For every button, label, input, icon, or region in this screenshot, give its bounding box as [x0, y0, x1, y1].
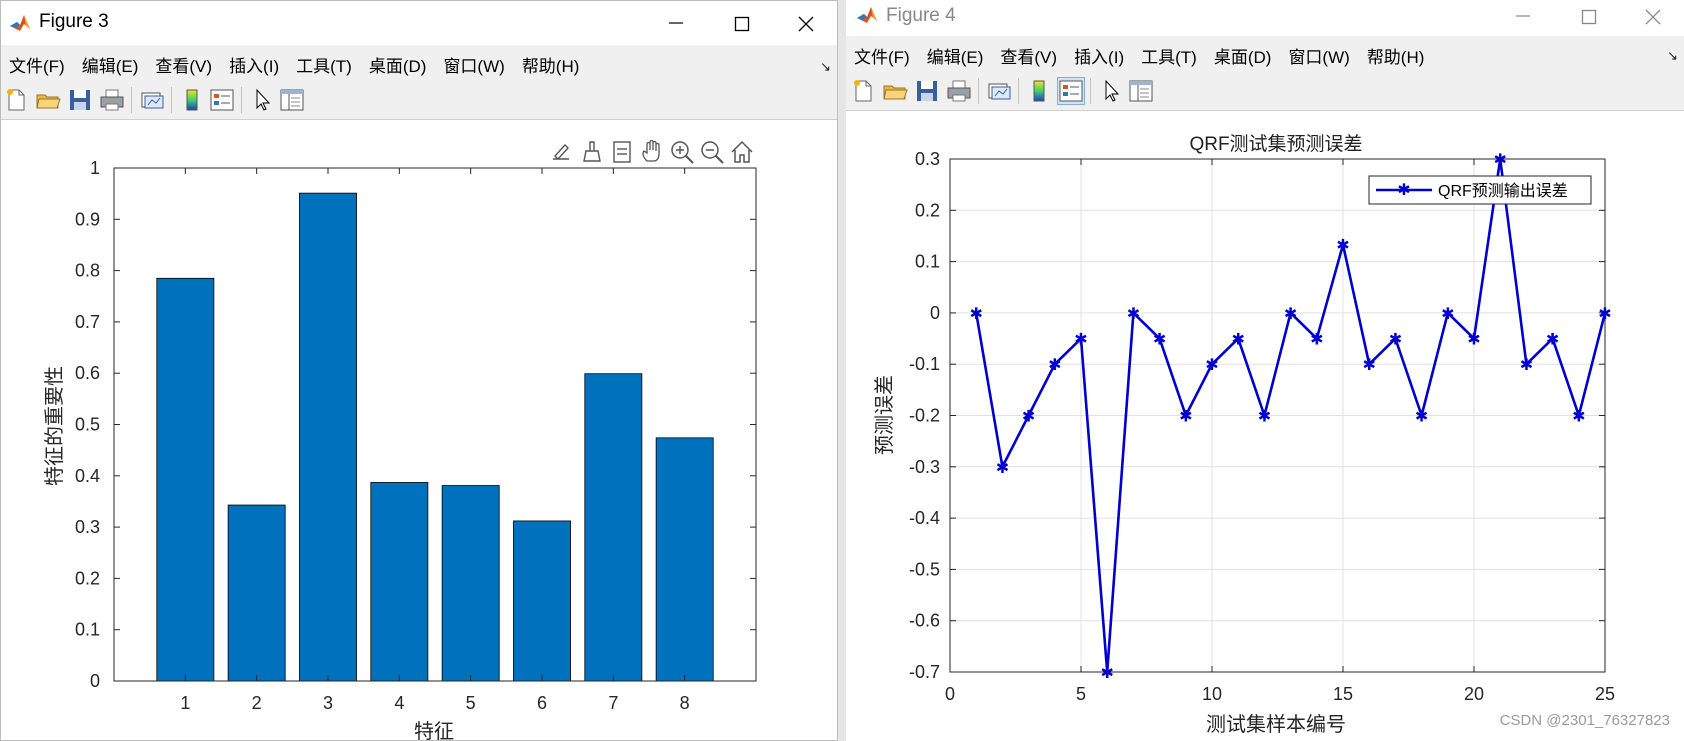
bar: [584, 373, 643, 682]
data-point: ✱: [1336, 238, 1349, 255]
legend-marker-icon: ✱: [1397, 182, 1410, 199]
y-tick-label: 0.6: [75, 363, 100, 383]
y-tick-label: 1: [90, 158, 100, 178]
data-point: ✱: [1467, 332, 1480, 349]
data-point: ✱: [1493, 152, 1506, 169]
legend[interactable]: ✱ QRF预测输出误差: [1368, 175, 1592, 205]
line-chart: QRF测试集预测误差 0 5 10 15 20 25 0.3 0.2 0.1 0 -0.1 -0.2 -…: [873, 133, 1615, 736]
data-point: ✱: [1258, 409, 1271, 426]
data-point: ✱: [1572, 409, 1585, 426]
x-tick-label: 1: [180, 693, 190, 713]
data-point: ✱: [1231, 332, 1244, 349]
x-tick-label: 7: [608, 693, 618, 713]
data-point: ✱: [1022, 409, 1035, 426]
bar: [370, 482, 429, 682]
y-tick-label: -0.6: [909, 611, 940, 631]
data-point: ✱: [1598, 306, 1611, 323]
figure-4-window: Figure 4 文件(F) 编辑(E) 查看(V) 插入(I) 工具(T) 桌面(D) 窗…: [846, 0, 1684, 741]
x-tick-label: 25: [1595, 684, 1615, 704]
y-tick-label: 0.1: [915, 252, 940, 272]
x-tick-label: 0: [945, 684, 955, 704]
x-tick-label: 5: [1076, 684, 1086, 704]
x-tick-label: 4: [394, 693, 404, 713]
x-tick-label: 8: [680, 693, 690, 713]
bar: [655, 437, 714, 682]
data-point: ✱: [1362, 357, 1375, 374]
chart-title: QRF测试集预测误差: [1189, 133, 1362, 155]
x-tick-label: 2: [252, 693, 262, 713]
y-tick-label: 0.5: [75, 415, 100, 435]
x-tick-label: 5: [466, 693, 476, 713]
bar: [441, 485, 500, 682]
data-point: ✱: [1179, 409, 1192, 426]
data-point: ✱: [1153, 332, 1166, 349]
bar: [227, 504, 286, 682]
x-axis-label: 测试集样本编号: [1206, 713, 1346, 736]
data-point: ✱: [1284, 306, 1297, 323]
data-point: ✱: [1520, 357, 1533, 374]
y-tick-label: 0.7: [75, 312, 100, 332]
data-point: ✱: [1389, 332, 1402, 349]
y-tick-label: 0: [90, 671, 100, 691]
y-tick-label: -0.2: [909, 406, 940, 426]
y-tick-label: 0.8: [75, 261, 100, 281]
x-tick-label: 15: [1333, 684, 1353, 704]
y-tick-label: -0.7: [909, 662, 940, 682]
y-tick-label: -0.3: [909, 457, 940, 477]
x-axis-label: 特征: [414, 720, 454, 741]
data-point: ✱: [1127, 306, 1140, 323]
data-point: ✱: [1546, 332, 1559, 349]
y-tick-label: 0.4: [75, 466, 100, 486]
y-tick-label: -0.4: [909, 508, 940, 528]
y-axis-label: 预测误差: [873, 375, 896, 455]
y-tick-label: 0.9: [75, 209, 100, 229]
bar-chart: 1 2 3 4 5 6 7 8 0 0.1 0.2 0.3 0.4 0.5 0.6 0.7 0.8 0.9 1 特征…: [43, 158, 757, 741]
legend-entry: QRF预测输出误差: [1438, 182, 1568, 200]
data-point: ✱: [1415, 409, 1428, 426]
bar: [299, 192, 357, 682]
y-tick-label: -0.5: [909, 559, 940, 579]
y-tick-label: 0.1: [75, 620, 100, 640]
data-point: ✱: [969, 306, 982, 323]
data-point: ✱: [1441, 306, 1454, 323]
data-point: ✱: [1205, 357, 1218, 374]
data-point: ✱: [1048, 357, 1061, 374]
bar: [156, 277, 215, 682]
y-tick-label: 0.2: [915, 200, 940, 220]
y-axis-label: 特征的重要性: [43, 366, 66, 486]
bar: [513, 520, 571, 682]
data-point: ✱: [1100, 665, 1113, 682]
y-tick-label: 0.3: [75, 517, 100, 537]
y-tick-label: 0: [930, 303, 940, 323]
y-tick-label: -0.1: [909, 354, 940, 374]
data-point: ✱: [1074, 332, 1087, 349]
x-tick-label: 20: [1464, 684, 1484, 704]
x-tick-label: 6: [537, 693, 547, 713]
y-tick-label: 0.3: [915, 149, 940, 169]
watermark: CSDN @2301_76327823: [1499, 712, 1670, 729]
data-point: ✱: [1310, 332, 1323, 349]
x-tick-label: 10: [1202, 684, 1222, 704]
x-tick-label: 3: [323, 693, 333, 713]
figure-3-window: Figure 3 文件(F) 编辑(E) 查看(V) 插入(I) 工具(T) 桌面(D) 窗…: [0, 0, 838, 741]
y-tick-label: 0.2: [75, 568, 100, 588]
data-point: ✱: [996, 460, 1009, 477]
